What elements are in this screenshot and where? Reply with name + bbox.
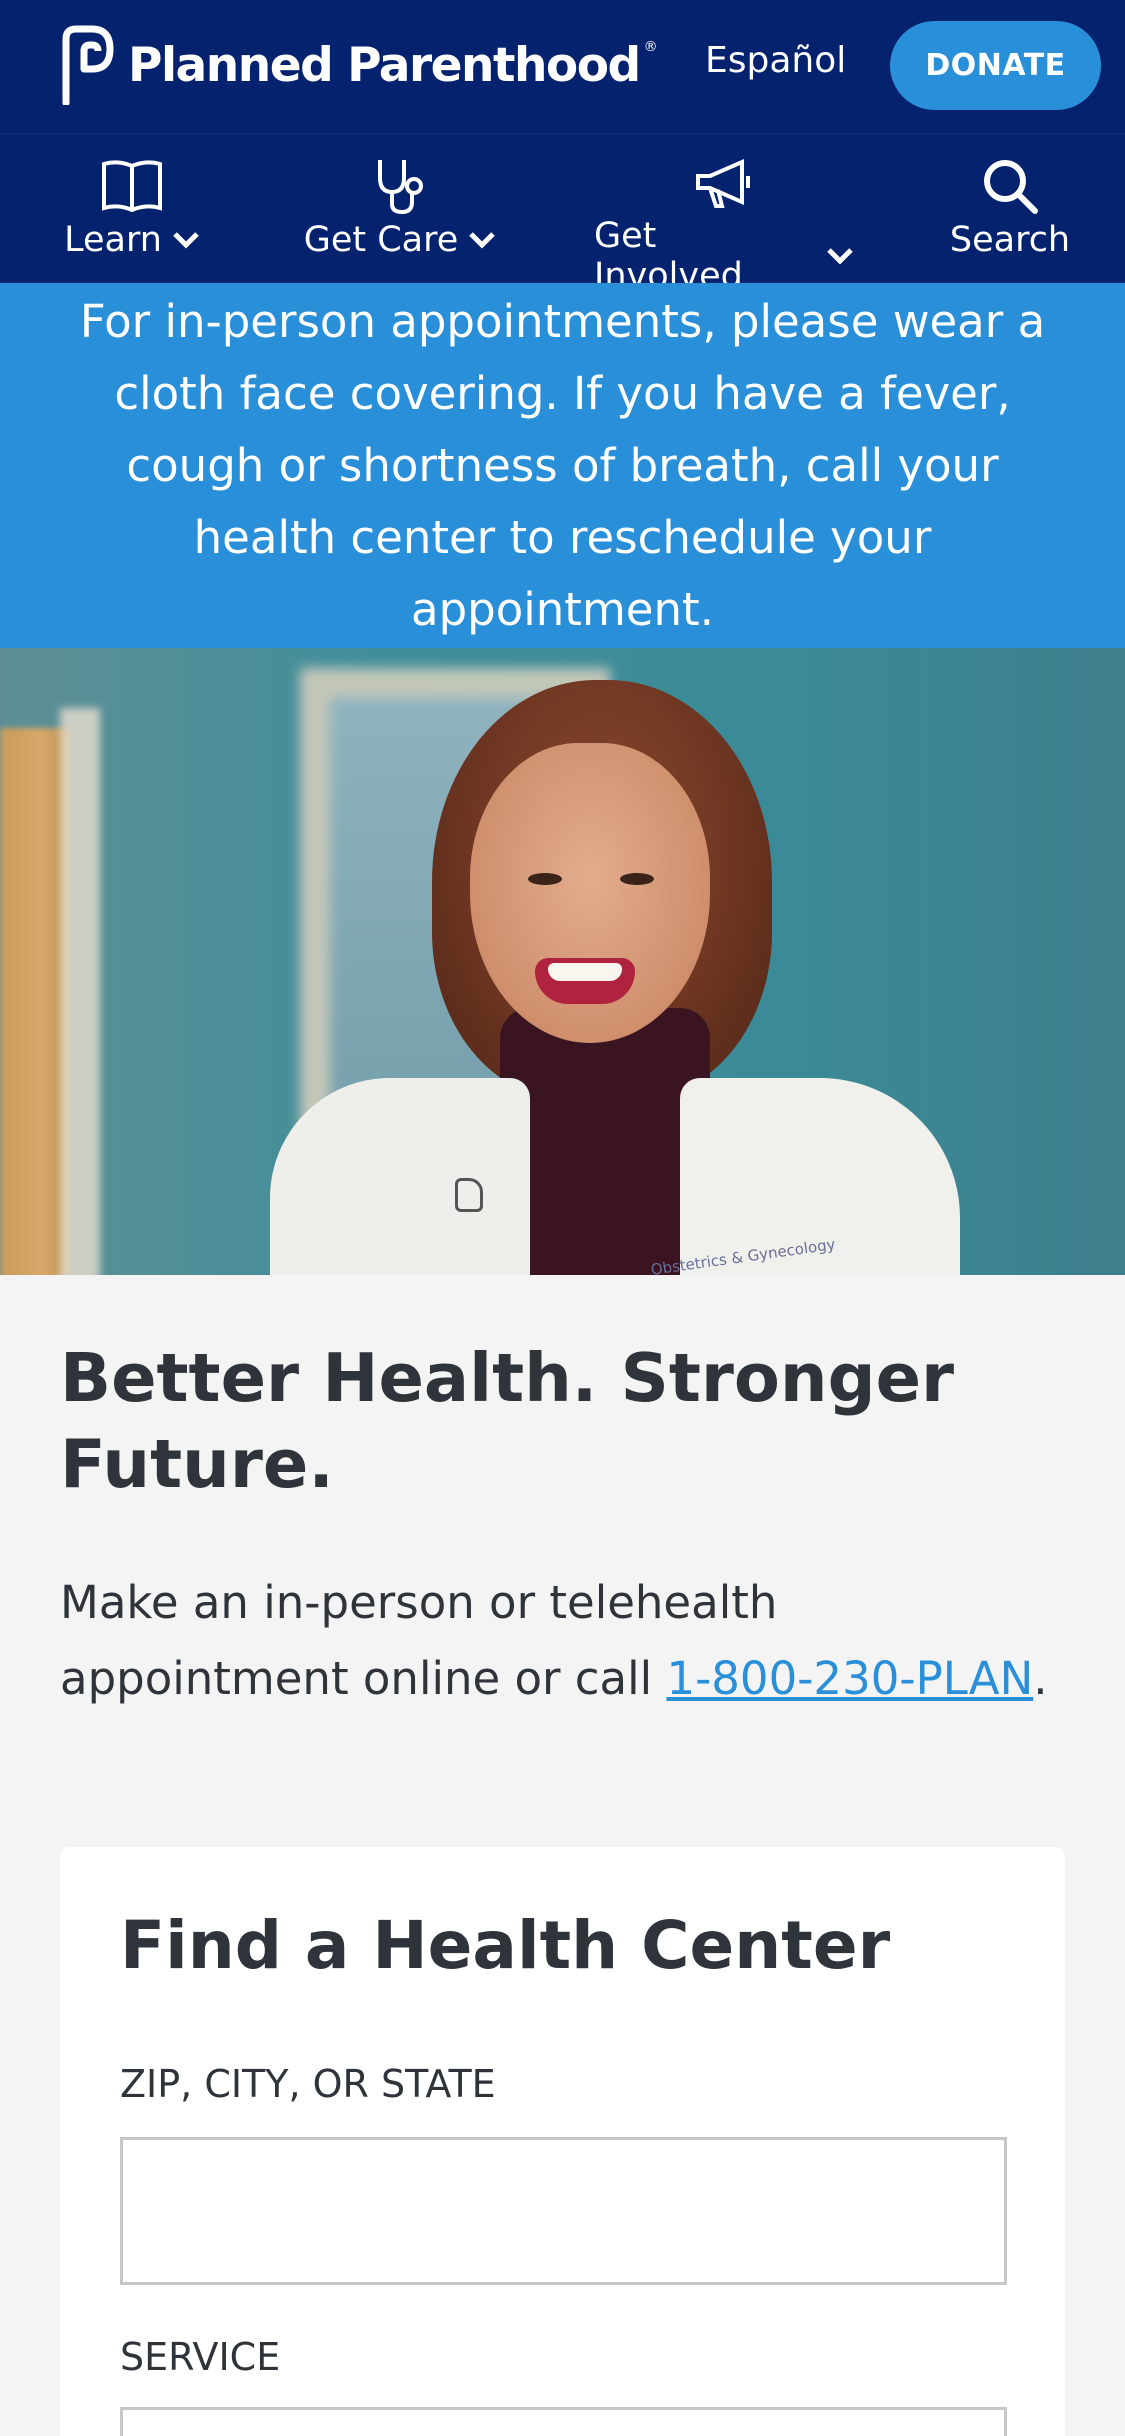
chevron-down-icon <box>827 248 853 265</box>
find-health-center-title: Find a Health Center <box>120 1907 891 1984</box>
nav-item-learn[interactable]: Learn <box>62 156 202 276</box>
service-field-label: SERVICE <box>120 2335 281 2379</box>
alert-text: For in-person appointments, please wear … <box>79 294 1046 636</box>
nav-label-get-care: Get Care <box>303 220 459 260</box>
logo[interactable]: Planned Parenthood ® <box>58 25 658 105</box>
doctor-eye-left <box>528 873 562 885</box>
registered-mark: ® <box>643 39 658 55</box>
search-icon <box>979 156 1041 216</box>
stethoscope-icon <box>370 156 430 216</box>
zip-city-state-input[interactable] <box>120 2137 1007 2285</box>
nav-label-search: Search <box>949 220 1071 260</box>
doctor-teeth <box>548 963 622 981</box>
covid-alert-banner: For in-person appointments, please wear … <box>0 283 1125 648</box>
doctor-turtleneck <box>500 1008 710 1275</box>
doctor-eye-right <box>620 873 654 885</box>
megaphone-icon <box>692 156 756 212</box>
main-content: Better Health. Stronger Future. Make an … <box>0 1275 1125 2436</box>
top-header: Planned Parenthood ® Español DONATE <box>0 0 1125 133</box>
intro-text: Make an in-person or telehealth appointm… <box>60 1565 1060 1717</box>
service-select[interactable] <box>120 2407 1007 2436</box>
nav-label-learn: Learn <box>64 220 162 260</box>
main-nav: Learn Get Care Get Involved Search <box>0 133 1125 296</box>
hero-image: Obstetrics & Gynecology <box>0 648 1125 1275</box>
zip-field-label: ZIP, CITY, OR STATE <box>120 2062 496 2106</box>
language-link-espanol[interactable]: Español <box>705 40 846 81</box>
logo-text: Planned Parenthood <box>128 37 641 93</box>
nav-item-get-care[interactable]: Get Care <box>300 156 500 276</box>
logo-pin-icon <box>455 1178 483 1212</box>
chevron-down-icon <box>173 232 199 249</box>
find-health-center-card: Find a Health Center ZIP, CITY, OR STATE… <box>60 1847 1065 2436</box>
page: Planned Parenthood ® Español DONATE Lear… <box>0 0 1125 2436</box>
background-doorframe <box>60 708 100 1275</box>
phone-link[interactable]: 1-800-230-PLAN <box>666 1652 1033 1705</box>
planned-parenthood-logo-icon <box>62 25 114 105</box>
chevron-down-icon <box>469 232 496 249</box>
nav-item-get-involved[interactable]: Get Involved <box>594 156 854 296</box>
book-icon <box>100 156 164 216</box>
intro-period: . <box>1033 1652 1048 1705</box>
donate-button[interactable]: DONATE <box>890 21 1101 110</box>
nav-item-search[interactable]: Search <box>945 156 1075 276</box>
page-headline: Better Health. Stronger Future. <box>60 1339 955 1503</box>
